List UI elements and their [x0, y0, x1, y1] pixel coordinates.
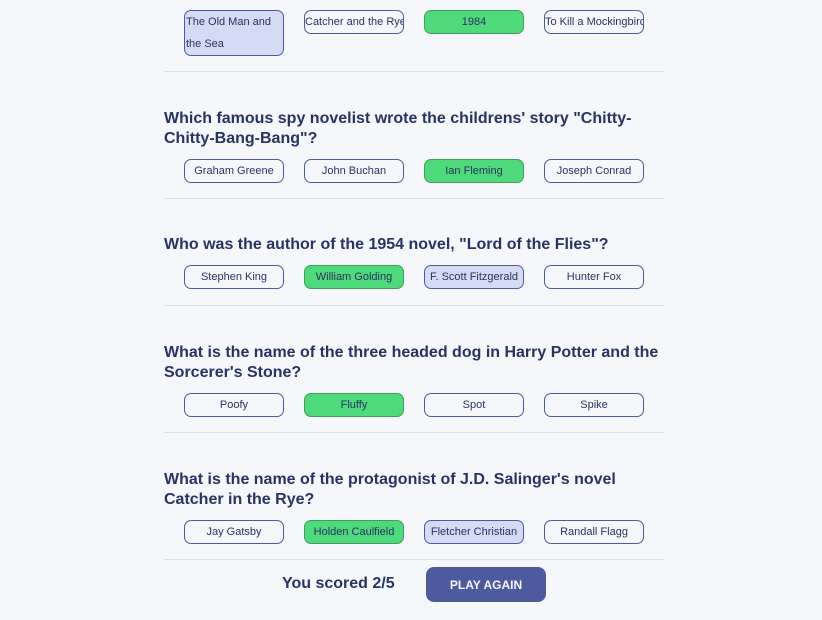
answer-option[interactable]: Stephen King [184, 265, 284, 289]
answer-option[interactable]: John Buchan [304, 159, 404, 183]
score-text: You scored 2/5 [282, 575, 395, 592]
answer-option[interactable]: Fluffy [304, 393, 404, 417]
question-block-4: What is the name of the three headed dog… [164, 306, 664, 433]
answer-option[interactable]: To Kill a Mockingbird [544, 10, 644, 34]
question-block-5: What is the name of the protagonist of J… [164, 433, 664, 560]
answer-option[interactable]: F. Scott Fitzgerald [424, 265, 524, 289]
question-text: What is the name of the three headed dog… [164, 344, 659, 381]
play-again-button[interactable]: PLAY AGAIN [426, 567, 546, 602]
answer-row-5: Jay Gatsby Holden Caulfield Fletcher Chr… [164, 520, 664, 544]
answer-row-4: Poofy Fluffy Spot Spike [164, 393, 664, 417]
answer-row-1: The Old Man and the Sea Catcher and the … [164, 10, 664, 56]
question-text: Who was the author of the 1954 novel, "L… [164, 236, 609, 253]
question-text: What is the name of the protagonist of J… [164, 471, 616, 508]
answer-option[interactable]: Jay Gatsby [184, 520, 284, 544]
answer-option[interactable]: William Golding [304, 265, 404, 289]
answer-option[interactable]: The Old Man and the Sea [184, 10, 284, 56]
quiz-list: The Old Man and the Sea Catcher and the … [164, 0, 664, 560]
answer-option[interactable]: Randall Flagg [544, 520, 644, 544]
answer-option[interactable]: Hunter Fox [544, 265, 644, 289]
question-block-2: Which famous spy novelist wrote the chil… [164, 72, 664, 199]
results-footer: You scored 2/5 PLAY AGAIN [0, 567, 822, 602]
answer-option[interactable]: Ian Fleming [424, 159, 524, 183]
answer-option[interactable]: Graham Greene [184, 159, 284, 183]
answer-row-2: Graham Greene John Buchan Ian Fleming Jo… [164, 159, 664, 183]
answer-option[interactable]: Spike [544, 393, 644, 417]
answer-option[interactable]: Poofy [184, 393, 284, 417]
answer-row-3: Stephen King William Golding F. Scott Fi… [164, 265, 664, 289]
answer-option[interactable]: Joseph Conrad [544, 159, 644, 183]
answer-option[interactable]: Holden Caulfield [304, 520, 404, 544]
question-block-1: The Old Man and the Sea Catcher and the … [164, 0, 664, 72]
answer-option[interactable]: Fletcher Christian [424, 520, 524, 544]
question-text: Which famous spy novelist wrote the chil… [164, 110, 632, 147]
answer-option[interactable]: Catcher and the Rye [304, 10, 404, 34]
answer-option[interactable]: Spot [424, 393, 524, 417]
question-block-3: Who was the author of the 1954 novel, "L… [164, 199, 664, 306]
answer-option[interactable]: 1984 [424, 10, 524, 34]
